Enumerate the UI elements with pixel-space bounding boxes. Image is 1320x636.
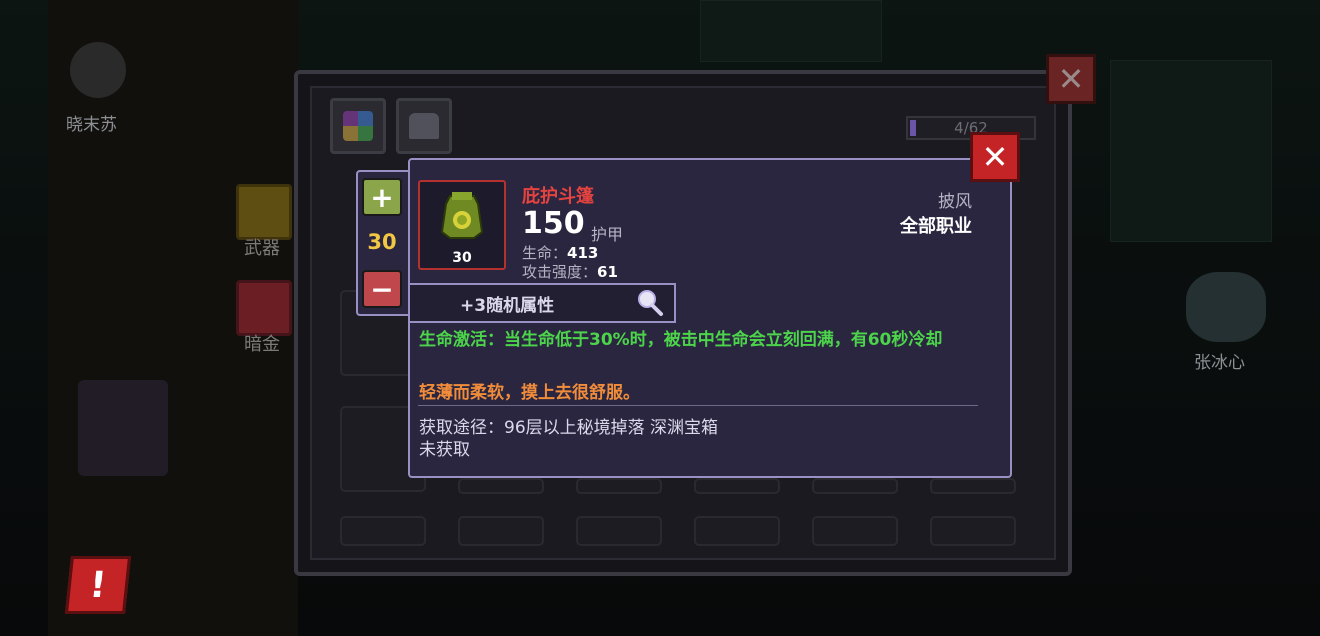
inventory-close-button[interactable]: ✕	[1046, 54, 1096, 104]
dark-gold-tab-button[interactable]	[236, 280, 292, 336]
item-slot-type: 披风	[938, 192, 972, 212]
plus-icon: +	[370, 180, 394, 214]
stat-label: 攻击强度：	[522, 263, 598, 281]
item-class-restriction: 全部职业	[900, 216, 972, 237]
inventory-slot[interactable]	[694, 478, 780, 494]
tooltip-divider	[418, 405, 978, 406]
quantity-value: 30	[367, 230, 397, 254]
background-tile	[1110, 60, 1272, 242]
inventory-slot[interactable]	[812, 478, 898, 494]
cloak-icon	[440, 192, 484, 239]
item-effect-text: 生命激活：当生命低于30%时，被击中生命会立刻回满，有60秒冷却	[419, 330, 943, 350]
minus-icon: −	[370, 272, 394, 306]
character-avatar	[1186, 272, 1266, 342]
quantity-plus-button[interactable]: +	[362, 178, 402, 216]
inventory-slot[interactable]	[930, 516, 1016, 546]
dark-gold-tab-label: 暗金	[244, 334, 280, 355]
wizard-character	[78, 380, 168, 476]
character-name-label: 张冰心	[1194, 353, 1245, 373]
item-flavor-text: 轻薄而柔软，摸上去很舒服。	[419, 383, 640, 403]
magnifier-icon[interactable]	[634, 287, 666, 319]
inventory-slot[interactable]	[930, 478, 1016, 494]
helmet-icon	[409, 113, 439, 139]
inventory-slot[interactable]	[576, 478, 662, 494]
tab-character-items[interactable]	[396, 98, 452, 154]
capacity-fill	[910, 120, 916, 136]
close-icon: ✕	[981, 138, 1009, 176]
item-level: 30	[452, 250, 472, 266]
inventory-slot[interactable]	[340, 516, 426, 546]
item-obtain-status: 未获取	[419, 440, 470, 460]
random-attributes-label: +3随机属性	[460, 296, 555, 316]
inventory-slot[interactable]	[576, 516, 662, 546]
stat-value: 61	[597, 263, 618, 281]
stat-attack-power: 攻击强度：61	[522, 261, 618, 282]
inventory-slot[interactable]	[458, 516, 544, 546]
exclamation-icon: !	[87, 564, 109, 606]
armor-value: 150	[522, 206, 585, 241]
alert-button[interactable]: !	[64, 556, 132, 614]
stat-value: 413	[567, 244, 599, 262]
background-tile	[700, 0, 882, 62]
grid-icon	[343, 111, 373, 141]
tab-all-items[interactable]	[330, 98, 386, 154]
character-avatar	[70, 42, 126, 98]
weapon-tab-label: 武器	[244, 238, 280, 259]
inventory-slot[interactable]	[694, 516, 780, 546]
inventory-slot[interactable]	[812, 516, 898, 546]
tooltip-close-button[interactable]: ✕	[970, 132, 1020, 182]
stat-label: 生命：	[522, 244, 568, 262]
inventory-slot[interactable]	[458, 478, 544, 494]
character-name-label: 晓末苏	[66, 115, 117, 135]
item-name: 庇护斗篷	[522, 186, 594, 207]
weapon-tab-button[interactable]	[236, 184, 292, 240]
quantity-minus-button[interactable]: −	[362, 270, 402, 308]
close-icon: ✕	[1057, 60, 1085, 98]
stat-health: 生命：413	[522, 242, 598, 263]
